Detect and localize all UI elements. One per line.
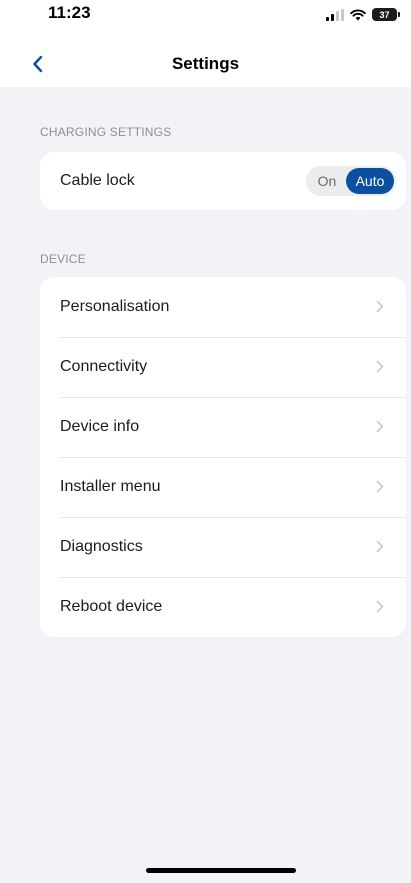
chevron-right-icon: [376, 360, 384, 373]
chevron-right-icon: [376, 540, 384, 553]
chevron-right-icon: [376, 600, 384, 613]
cable-lock-option-on[interactable]: On: [308, 168, 346, 194]
battery-icon: 37: [372, 8, 400, 21]
signal-bars-icon: [326, 8, 344, 21]
battery-level: 37: [379, 9, 390, 20]
page-title: Settings: [171, 54, 240, 73]
settings-item-personalisation[interactable]: Personalisation: [40, 277, 406, 337]
settings-item-label: Diagnostics: [60, 538, 143, 555]
chevron-right-icon: [376, 300, 384, 313]
settings-item-diagnostics[interactable]: Diagnostics: [40, 517, 406, 577]
chevron-right-icon: [376, 420, 384, 433]
cable-lock-label: Cable lock: [60, 172, 135, 189]
home-indicator: [146, 868, 296, 873]
device-settings-card: Personalisation Connectivity Device info…: [40, 277, 406, 637]
charging-settings-card: Cable lock On Auto: [40, 152, 406, 210]
chevron-right-icon: [376, 480, 384, 493]
settings-item-label: Personalisation: [60, 298, 170, 315]
cable-lock-row: Cable lock On Auto: [40, 152, 406, 210]
nav-bar: Settings: [0, 40, 411, 87]
wifi-icon: [350, 9, 366, 20]
top-bar: 11:23 37 Settings: [0, 0, 411, 87]
section-header-charging-settings: CHARGING SETTINGS: [40, 125, 172, 139]
settings-screen: 11:23 37 Settings CHARGING SETTINGS Cabl…: [0, 0, 411, 883]
settings-item-connectivity[interactable]: Connectivity: [40, 337, 406, 397]
settings-item-device-info[interactable]: Device info: [40, 397, 406, 457]
cable-lock-option-auto[interactable]: Auto: [346, 168, 394, 194]
settings-item-label: Reboot device: [60, 598, 163, 615]
settings-item-label: Connectivity: [60, 358, 148, 375]
section-header-device: DEVICE: [40, 252, 86, 266]
status-time: 11:23: [48, 3, 91, 22]
settings-item-reboot-device[interactable]: Reboot device: [40, 577, 406, 637]
settings-item-label: Device info: [60, 418, 140, 435]
status-icons: 37: [326, 8, 400, 21]
status-bar: 11:23 37: [0, 0, 411, 40]
settings-item-installer-menu[interactable]: Installer menu: [40, 457, 406, 517]
cable-lock-toggle[interactable]: On Auto: [306, 166, 396, 196]
settings-item-label: Installer menu: [60, 478, 161, 495]
